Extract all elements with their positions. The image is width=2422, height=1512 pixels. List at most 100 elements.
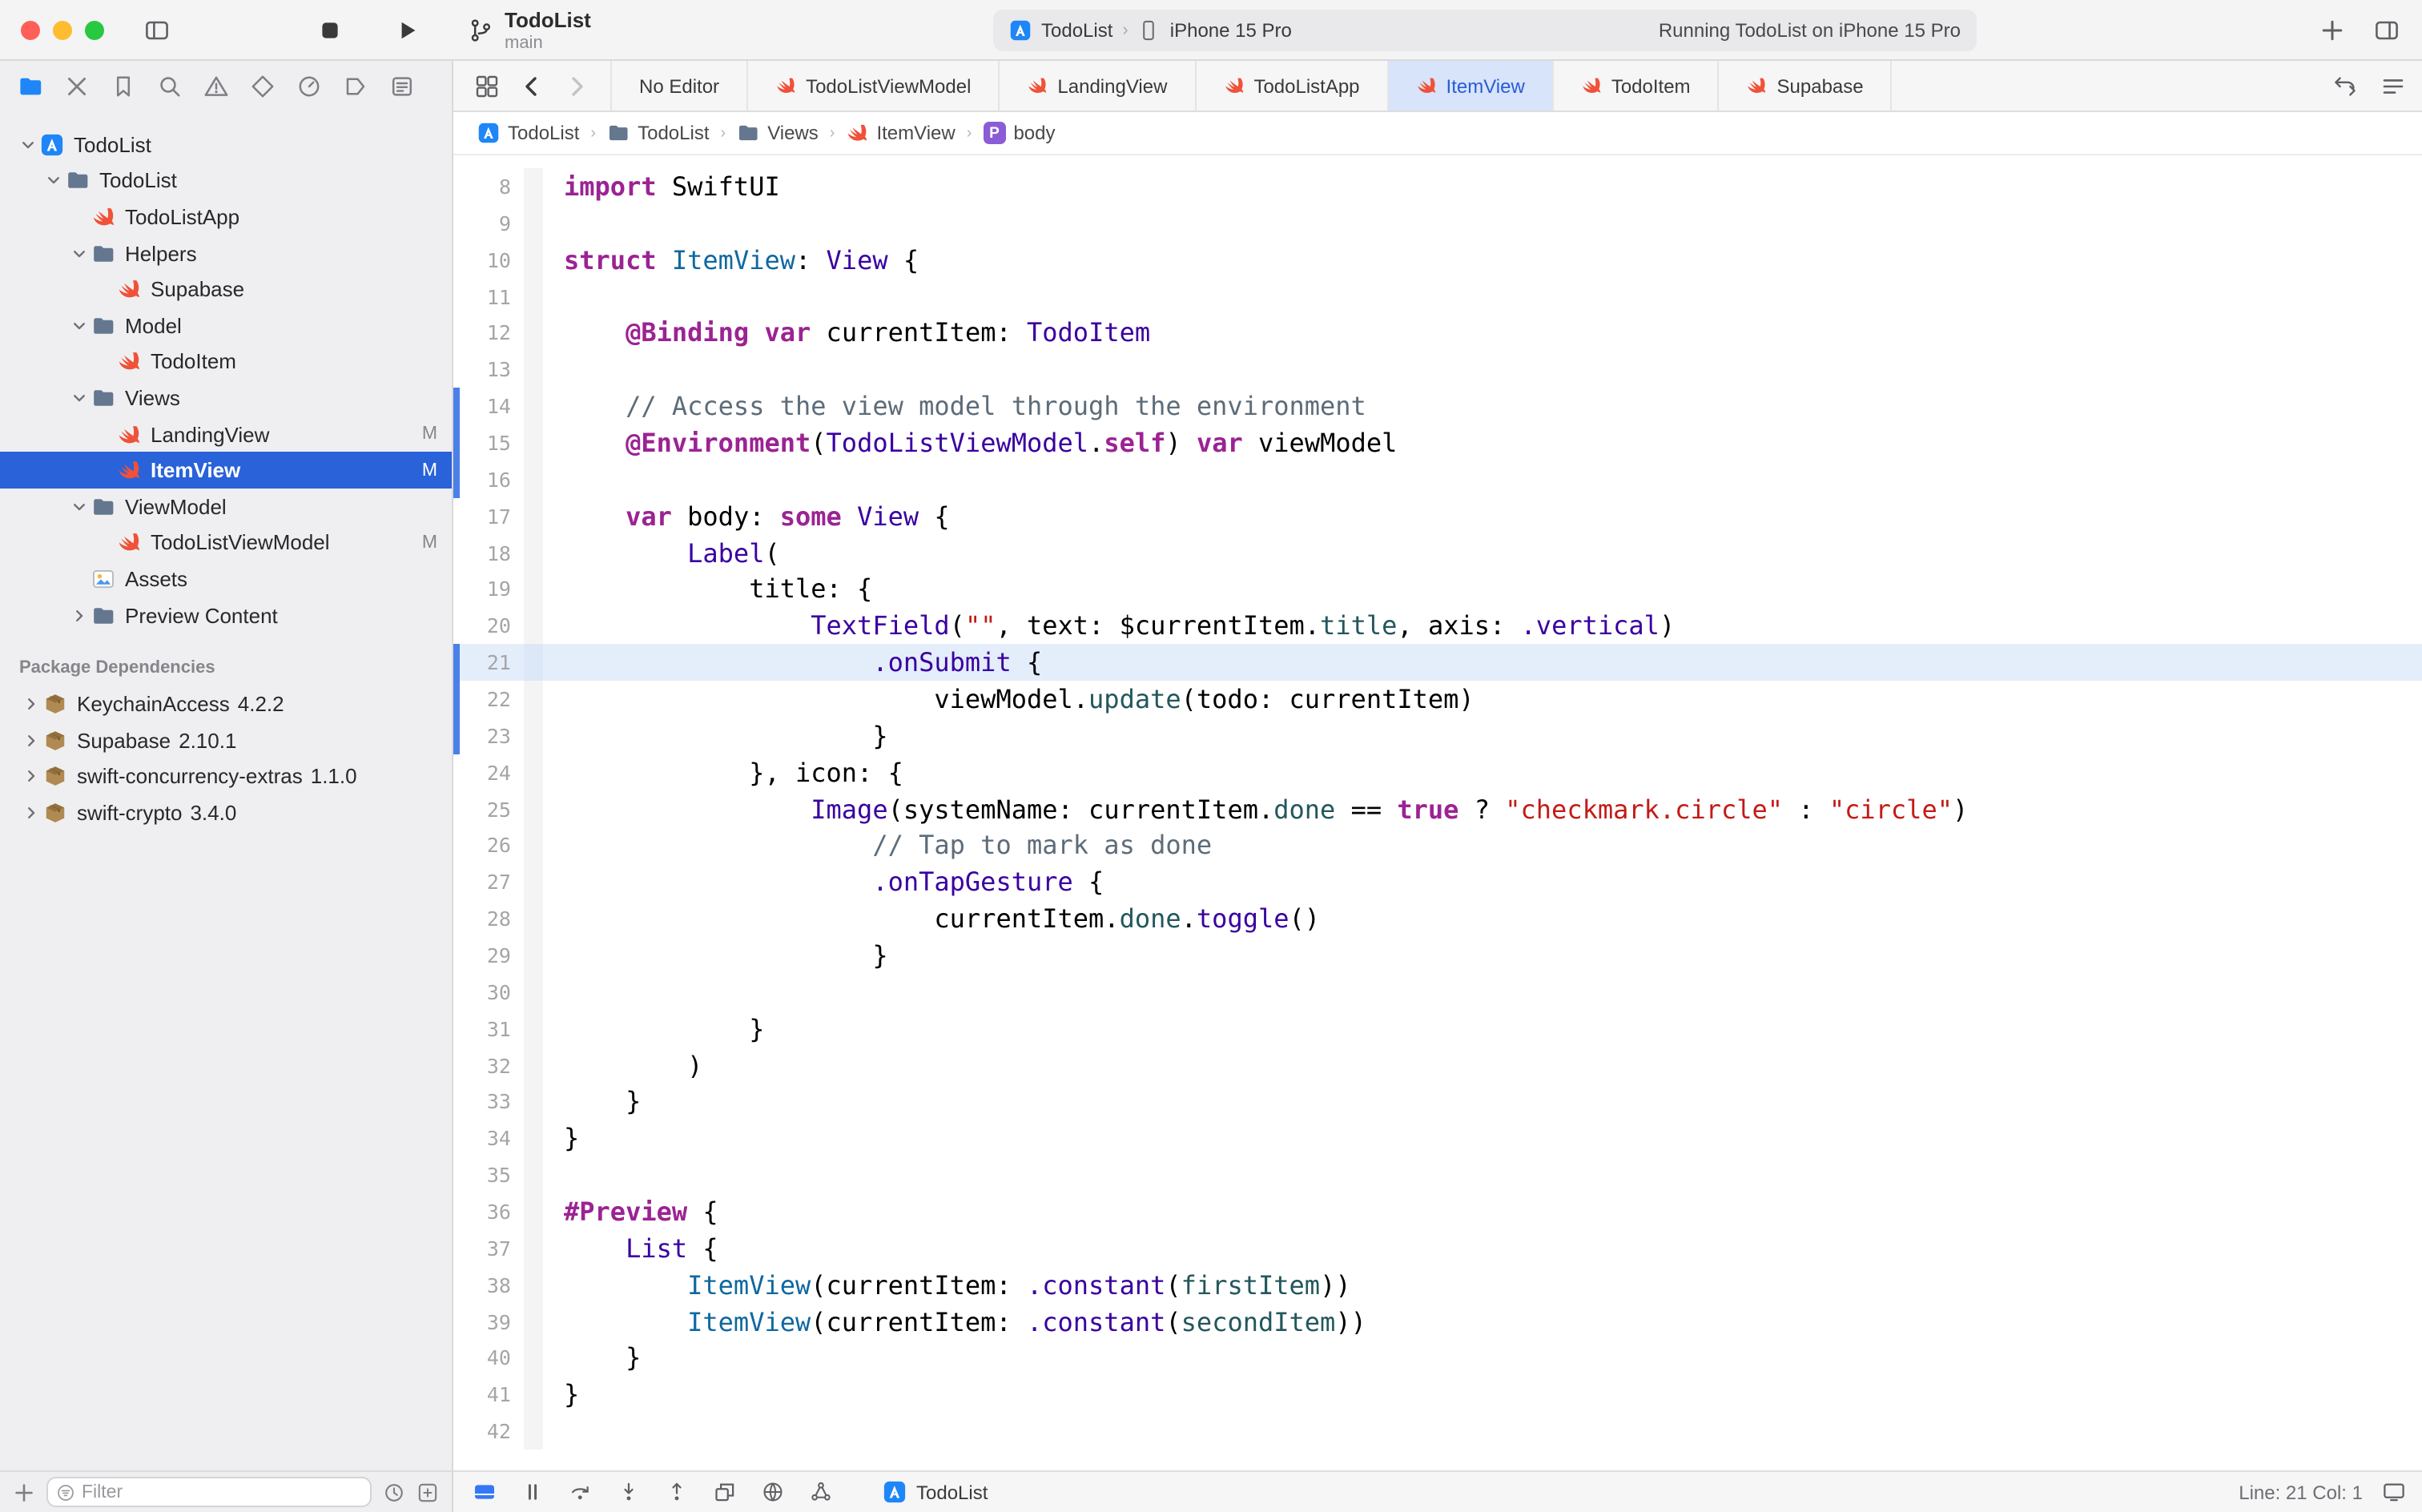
memory-graph-icon[interactable] <box>809 1480 833 1504</box>
breadcrumb-item-itemview[interactable]: ItemView <box>846 122 955 144</box>
find-icon[interactable] <box>157 74 183 99</box>
breadcrumb-item-body[interactable]: Pbody <box>983 122 1055 144</box>
filter-input[interactable]: Filter <box>46 1477 372 1507</box>
back-icon[interactable] <box>519 73 545 99</box>
code-line[interactable]: 14 // Access the view model through the … <box>453 388 2422 424</box>
breadcrumb-item-views[interactable]: Views <box>737 122 819 144</box>
stop-button[interactable] <box>317 18 343 43</box>
breakpoints-icon[interactable] <box>343 74 368 99</box>
line-number[interactable]: 11 <box>460 284 524 308</box>
line-number[interactable]: 9 <box>460 211 524 235</box>
line-number[interactable]: 19 <box>460 577 524 601</box>
code-line[interactable]: 24 }, icon: { <box>453 754 2422 791</box>
line-number[interactable]: 18 <box>460 541 524 565</box>
tab-todoitem[interactable]: TodoItem <box>1554 61 1720 111</box>
line-number[interactable]: 38 <box>460 1273 524 1297</box>
sidebar-item-viewmodel[interactable]: ViewModel <box>0 489 452 525</box>
line-number[interactable]: 25 <box>460 797 524 821</box>
reports-icon[interactable] <box>389 74 415 99</box>
line-number[interactable]: 15 <box>460 431 524 455</box>
code-line[interactable]: 30 <box>453 974 2422 1011</box>
tab-todolistapp[interactable]: TodoListApp <box>1196 61 1388 111</box>
package-item-supabase[interactable]: Supabase2.10.1 <box>0 722 452 758</box>
line-number[interactable]: 23 <box>460 724 524 748</box>
minimize-window-button[interactable] <box>53 21 72 40</box>
code-line[interactable]: 20 TextField("", text: $currentItem.titl… <box>453 608 2422 645</box>
code-line[interactable]: 10struct ItemView: View { <box>453 241 2422 278</box>
line-number[interactable]: 42 <box>460 1419 524 1443</box>
project-branch-widget[interactable]: TodoList main <box>468 8 591 54</box>
line-number[interactable]: 10 <box>460 247 524 271</box>
sidebar-item-itemview[interactable]: ItemViewM <box>0 452 452 489</box>
code-line[interactable]: 31 } <box>453 1011 2422 1048</box>
sidebar-item-todolistviewmodel[interactable]: TodoListViewModelM <box>0 525 452 561</box>
line-number[interactable]: 21 <box>460 650 524 674</box>
code-line[interactable]: 27 .onTapGesture { <box>453 864 2422 901</box>
code-line[interactable]: 41} <box>453 1377 2422 1413</box>
sidebar-item-helpers[interactable]: Helpers <box>0 235 452 271</box>
disclosure-right-icon[interactable] <box>19 695 43 713</box>
add-item-icon[interactable] <box>13 1481 35 1503</box>
code-line[interactable]: 36#Preview { <box>453 1193 2422 1230</box>
step-out-icon[interactable] <box>665 1480 689 1504</box>
pause-icon[interactable] <box>521 1480 545 1504</box>
code-line[interactable]: 21 .onSubmit { <box>453 644 2422 681</box>
tab-no-editor[interactable]: No Editor <box>610 61 748 111</box>
sidebar-item-todolistapp[interactable]: TodoListApp <box>0 199 452 235</box>
add-button[interactable] <box>2319 18 2345 43</box>
project-navigator-icon[interactable] <box>18 74 43 99</box>
device-preview-icon[interactable] <box>2382 1480 2406 1504</box>
tests-icon[interactable] <box>250 74 276 99</box>
line-number[interactable]: 16 <box>460 468 524 492</box>
line-number[interactable]: 37 <box>460 1237 524 1261</box>
toggle-right-sidebar-icon[interactable] <box>2374 18 2400 43</box>
code-line[interactable]: 22 viewModel.update(todo: currentItem) <box>453 681 2422 718</box>
disclosure-right-icon[interactable] <box>67 606 91 624</box>
line-number[interactable]: 20 <box>460 613 524 637</box>
sidebar-item-assets[interactable]: Assets <box>0 561 452 597</box>
line-number[interactable]: 29 <box>460 943 524 967</box>
code-line[interactable]: 34} <box>453 1120 2422 1157</box>
disclosure-right-icon[interactable] <box>19 731 43 749</box>
disclosure-down-icon[interactable] <box>67 497 91 515</box>
editor-options-icon[interactable] <box>2380 74 2406 99</box>
line-number[interactable]: 14 <box>460 394 524 418</box>
sidebar-item-landingview[interactable]: LandingViewM <box>0 416 452 452</box>
filter-scope-icon[interactable] <box>416 1481 439 1503</box>
line-number[interactable]: 27 <box>460 871 524 895</box>
code-line[interactable]: 12 @Binding var currentItem: TodoItem <box>453 315 2422 352</box>
line-number[interactable]: 17 <box>460 504 524 528</box>
code-line[interactable]: 38 ItemView(currentItem: .constant(first… <box>453 1267 2422 1304</box>
line-number[interactable]: 12 <box>460 321 524 345</box>
run-button[interactable] <box>394 18 420 43</box>
debug-area-toggle-icon[interactable] <box>473 1480 497 1504</box>
code-line[interactable]: 40 } <box>453 1340 2422 1377</box>
code-line[interactable]: 17 var body: some View { <box>453 497 2422 534</box>
line-number[interactable]: 34 <box>460 1127 524 1151</box>
tab-todolistviewmodel[interactable]: TodoListViewModel <box>748 61 1000 111</box>
tab-overview-icon[interactable] <box>474 73 500 99</box>
code-line[interactable]: 19 title: { <box>453 571 2422 608</box>
disclosure-right-icon[interactable] <box>19 768 43 786</box>
code-line[interactable]: 26 // Tap to mark as done <box>453 827 2422 864</box>
sidebar-item-todolist[interactable]: TodoList <box>0 163 452 199</box>
code-line[interactable]: 39 ItemView(currentItem: .constant(secon… <box>453 1303 2422 1340</box>
code-review-icon[interactable] <box>2332 74 2358 99</box>
code-line[interactable]: 9 <box>453 205 2422 242</box>
line-number[interactable]: 36 <box>460 1200 524 1224</box>
line-number[interactable]: 35 <box>460 1163 524 1187</box>
package-item-swift-concurrency-extras[interactable]: swift-concurrency-extras1.1.0 <box>0 758 452 794</box>
line-number[interactable]: 32 <box>460 1053 524 1077</box>
code-editor[interactable]: 8import SwiftUI 9 10struct ItemView: View … <box>453 155 2422 1470</box>
code-line[interactable]: 23 } <box>453 718 2422 754</box>
code-line[interactable]: 25 Image(systemName: currentItem.done ==… <box>453 790 2422 827</box>
line-number[interactable]: 33 <box>460 1090 524 1114</box>
step-into-icon[interactable] <box>617 1480 641 1504</box>
code-line[interactable]: 8import SwiftUI <box>453 168 2422 205</box>
disclosure-right-icon[interactable] <box>19 804 43 822</box>
code-line[interactable]: 18 Label( <box>453 534 2422 571</box>
sidebar-item-todolist[interactable]: TodoList <box>0 127 452 163</box>
line-number[interactable]: 26 <box>460 834 524 858</box>
sidebar-item-views[interactable]: Views <box>0 380 452 416</box>
code-line[interactable]: 29 } <box>453 937 2422 974</box>
